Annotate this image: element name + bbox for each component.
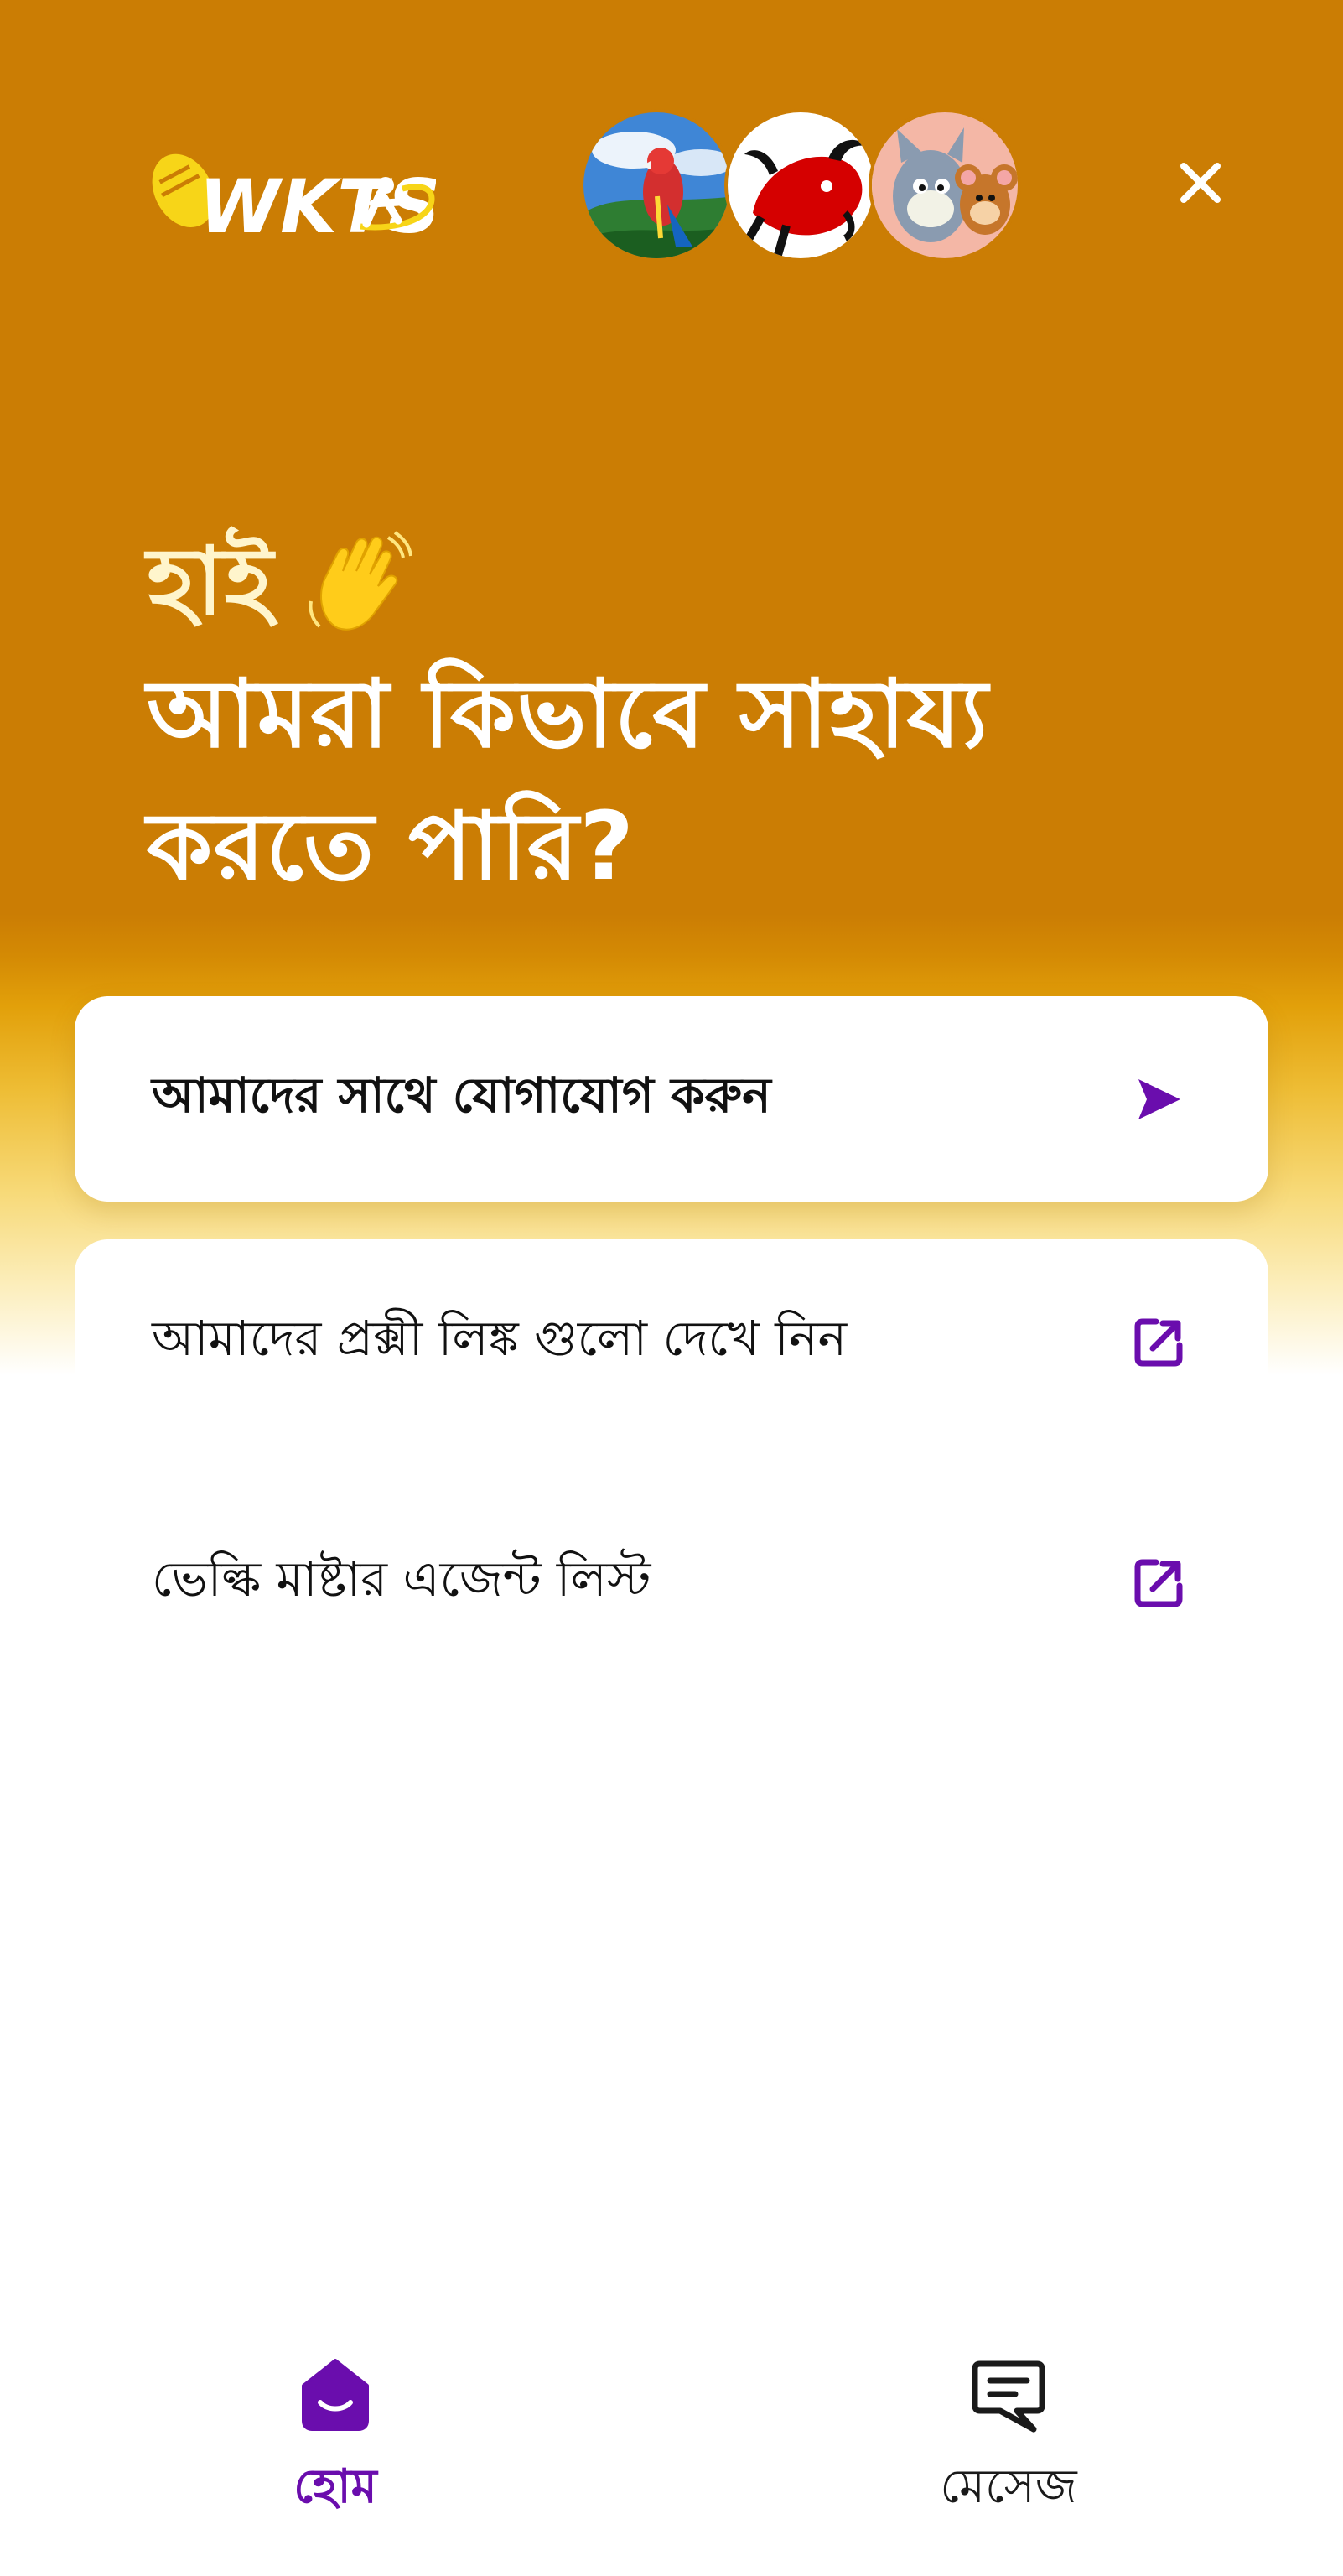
parrot-avatar [580,109,733,262]
contact-us-button[interactable]: আমাদের সাথে যোগাযোগ করুন [75,996,1268,1202]
close-icon [1180,163,1221,203]
cartoon-cat-mouse-avatar [869,109,1021,262]
external-link-icon [1128,1553,1189,1613]
proxy-links-label: আমাদের প্রক্সী লিঙ্ক গুলো দেখে নিন [152,1310,848,1367]
tab-messages-label: মেসেজ [940,2459,1077,2514]
external-link-icon [1128,1312,1189,1373]
message-icon [962,2348,1055,2440]
tab-messages[interactable]: মেসেজ [841,2314,1176,2532]
contact-us-label: আমাদের সাথে যোগাযোগ করুন [152,1067,771,1124]
home-icon [289,2348,381,2440]
close-button[interactable] [1167,149,1234,216]
brand-logo: WKTS [147,147,441,250]
greeting-line-3: করতে পারি? [147,792,635,901]
bottom-tab-bar: হোম মেসেজ [0,2314,1343,2576]
tab-home-label: হোম [293,2459,377,2514]
team-avatars [580,109,1021,264]
greeting-line-2: আমরা কিভাবে সাহায্য [147,660,989,769]
greeting-hi: হাই [147,527,274,636]
agent-list-button[interactable]: ভেল্কি মাষ্টার এজেন্ট লিস্ট [75,1480,1268,1685]
agent-list-label: ভেল্কি মাষ্টার এজেন্ট লিস্ট [152,1550,651,1607]
bull-avatar [724,109,877,262]
waving-hand-icon [304,527,413,636]
greeting-heading: হাই আমরা কিভাবে সাহায্য করতে পারি? [147,516,1237,913]
send-arrow-icon [1128,1069,1189,1130]
tab-home[interactable]: হোম [168,2314,503,2532]
proxy-links-button[interactable]: আমাদের প্রক্সী লিঙ্ক গুলো দেখে নিন [75,1239,1268,1445]
svg-text:WKTS: WKTS [199,164,436,247]
